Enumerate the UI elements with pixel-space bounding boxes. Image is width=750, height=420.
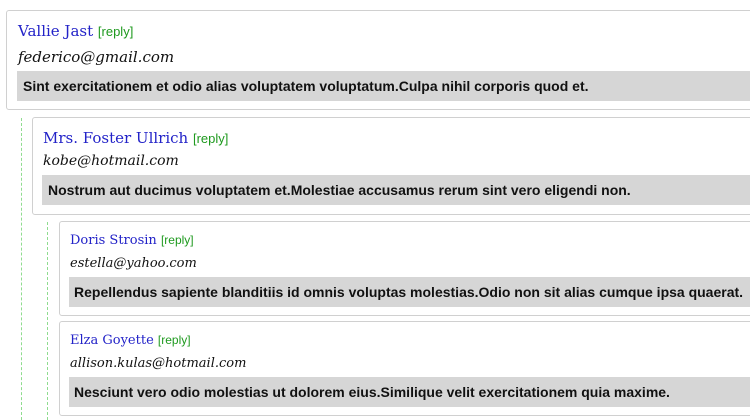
- comment-card: Elza Goyette [reply] allison.kulas@hotma…: [59, 321, 750, 416]
- comment-email: kobe@hotmail.com: [43, 153, 179, 169]
- comment-body: Nesciunt vero odio molestias ut dolorem …: [69, 377, 750, 407]
- reply-link[interactable]: [reply]: [193, 131, 228, 146]
- comment-author[interactable]: Elza Goyette [reply]: [70, 333, 191, 348]
- author-name[interactable]: Elza Goyette: [70, 333, 154, 348]
- comment-email: allison.kulas@hotmail.com: [70, 356, 247, 371]
- comment-body: Sint exercitationem et odio alias volupt…: [17, 71, 750, 101]
- comment-author[interactable]: Vallie Jast [reply]: [18, 22, 133, 40]
- comment-card: Vallie Jast [reply] federico@gmail.com S…: [6, 10, 750, 110]
- comment-body: Repellendus sapiente blanditiis id omnis…: [69, 277, 750, 307]
- comment-email: estella@yahoo.com: [70, 256, 197, 271]
- comment-card: Mrs. Foster Ullrich [reply] kobe@hotmail…: [32, 117, 750, 215]
- thread-line-level-1: [21, 118, 22, 420]
- reply-link[interactable]: [reply]: [161, 233, 194, 247]
- reply-link[interactable]: [reply]: [98, 24, 133, 39]
- comment-author[interactable]: Mrs. Foster Ullrich [reply]: [43, 129, 228, 147]
- reply-link[interactable]: [reply]: [158, 333, 191, 347]
- comment-author[interactable]: Doris Strosin [reply]: [70, 233, 194, 248]
- author-name[interactable]: Vallie Jast: [18, 22, 93, 40]
- comment-body: Nostrum aut ducimus voluptatem et.Molest…: [42, 175, 750, 205]
- author-name[interactable]: Mrs. Foster Ullrich: [43, 129, 188, 147]
- thread-line-level-2: [47, 222, 48, 420]
- comment-card: Doris Strosin [reply] estella@yahoo.com …: [59, 221, 750, 316]
- comment-email: federico@gmail.com: [18, 48, 175, 66]
- author-name[interactable]: Doris Strosin: [70, 233, 157, 248]
